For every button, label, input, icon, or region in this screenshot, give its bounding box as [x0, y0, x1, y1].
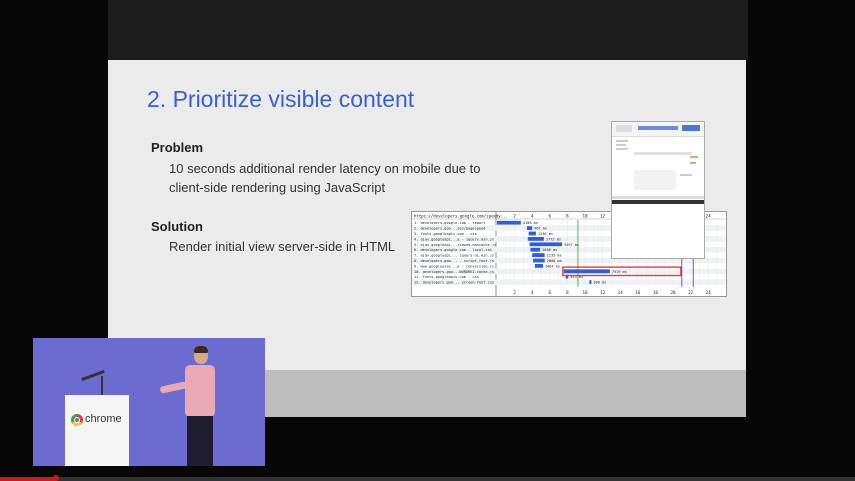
- speaker-video-overlay: chrome: [33, 338, 265, 466]
- video-progress-fill: [0, 477, 56, 481]
- thumbnail-line: [634, 152, 692, 155]
- speaker-legs: [187, 416, 213, 466]
- waterfall-bottom-tick-label: 14: [618, 290, 624, 295]
- speaker-hair: [194, 346, 208, 353]
- waterfall-timing-label: 2135 ms: [547, 254, 562, 258]
- thumbnail-search-bar: [638, 126, 678, 130]
- waterfall-bar: [534, 264, 543, 268]
- video-progress-bar[interactable]: [0, 475, 855, 481]
- waterfall-bar: [563, 269, 610, 274]
- waterfall-url: https://developers.google.com/speedy...: [414, 214, 508, 219]
- page-screenshot-thumbnail: [611, 121, 705, 259]
- waterfall-timing-label: 4108 ms: [523, 221, 538, 225]
- problem-heading: Problem: [151, 140, 204, 155]
- waterfall-row-label: 8. developers.goo... - script_foot.js: [414, 259, 494, 263]
- waterfall-row-label: 7. ajax.googleapi... jquery-ui.min.js: [414, 254, 494, 258]
- video-scrub-handle[interactable]: [52, 475, 59, 481]
- thumbnail-strip: [612, 196, 704, 199]
- waterfall-bar: [527, 237, 544, 241]
- waterfall-row-label: 1. developers.google.com - report: [414, 221, 485, 225]
- waterfall-timing-label: 2772 ms: [546, 237, 561, 241]
- thumbnail-line: [690, 162, 696, 164]
- thumbnail-line: [690, 156, 698, 158]
- waterfall-bottom-tick-label: 12: [600, 290, 606, 295]
- thumbnail-block: [634, 170, 676, 190]
- waterfall-row-label: 3. fonts.googleapis.com - css: [414, 232, 477, 236]
- waterfall-timing-label: 907 ms: [534, 227, 547, 231]
- waterfall-bar: [533, 258, 545, 263]
- thumbnail-line: [616, 148, 628, 150]
- podium: chrome: [65, 395, 129, 466]
- waterfall-timing-label: 2000 ms: [547, 259, 562, 263]
- thumbnail-button: [682, 125, 700, 131]
- waterfall-timing-label: 5597 ms: [564, 243, 579, 247]
- waterfall-bar: [529, 242, 563, 247]
- waterfall-top-tick-label: 24: [706, 214, 712, 219]
- thumbnail-footer: [612, 200, 704, 204]
- waterfall-row-label: 12. developers.goo... screen-foot.css: [414, 281, 494, 285]
- waterfall-bottom-tick-label: 18: [653, 290, 659, 295]
- thumbnail-line: [616, 144, 626, 146]
- problem-text-line2: client-side rendering using JavaScript: [169, 180, 386, 195]
- speaker-arm: [159, 381, 188, 394]
- waterfall-row-label: 11. fonts.googleapis.com - css: [414, 275, 479, 279]
- waterfall-timing-label: 1668 ms: [542, 248, 557, 252]
- solution-heading: Solution: [151, 219, 203, 234]
- waterfall-top-tick-label: 10: [582, 214, 588, 219]
- podium-label: chrome: [85, 413, 122, 425]
- waterfall-bar: [526, 226, 533, 230]
- waterfall-timing-label: 7919 ms: [612, 270, 627, 274]
- thumbnail-logo: [616, 125, 632, 132]
- slide-title: 2. Prioritize visible content: [147, 86, 415, 112]
- thumbnail-line: [616, 140, 628, 142]
- waterfall-bottom-tick-label: 22: [688, 290, 694, 295]
- solution-text-line1: Render initial view server-side in HTML: [169, 239, 396, 254]
- waterfall-bottom-tick-label: 16: [635, 290, 641, 295]
- waterfall-bottom-tick-label: 20: [670, 290, 676, 295]
- waterfall-bar: [530, 247, 541, 252]
- speaker-body: [185, 365, 215, 417]
- thumbnail-header: [612, 122, 704, 137]
- waterfall-row-label: 2. developers.goo...ses/pagespeed: [414, 227, 485, 231]
- waterfall-top-tick-label: 12: [600, 214, 606, 219]
- waterfall-row-label: 5. ajax.googleapi...rsawed.mascache.js: [414, 243, 496, 247]
- waterfall-bar: [532, 253, 545, 257]
- waterfall-bar: [497, 220, 521, 225]
- problem-text-line1: 10 seconds additional render latency on …: [169, 161, 481, 176]
- waterfall-timing-label: 306 ms: [593, 281, 606, 285]
- waterfall-timing-label: 1404 ms: [545, 264, 560, 268]
- waterfall-row-label: 4. ajax.googleapi...a - jquery.min.js: [414, 237, 494, 241]
- microphone-stand: [101, 376, 103, 396]
- video-stage: 2. Prioritize visible content Problem 10…: [0, 0, 855, 481]
- waterfall-bar: [528, 231, 536, 236]
- waterfall-timing-label: 1246 ms: [538, 232, 553, 236]
- waterfall-row-label: 6. developers.google.com - local.css: [414, 248, 492, 252]
- chrome-logo-icon: [71, 414, 83, 426]
- waterfall-bottom-tick-label: 10: [582, 290, 588, 295]
- stage-frame: [108, 0, 748, 60]
- waterfall-row-label: 9. www.googleusee...a - conversion.js: [414, 264, 494, 268]
- waterfall-bar: [589, 280, 592, 284]
- waterfall-row-label: 10. developers.goo...WORDREI.cache.js: [414, 270, 494, 274]
- thumbnail-line: [680, 174, 692, 176]
- waterfall-bottom-tick-label: 24: [706, 290, 712, 295]
